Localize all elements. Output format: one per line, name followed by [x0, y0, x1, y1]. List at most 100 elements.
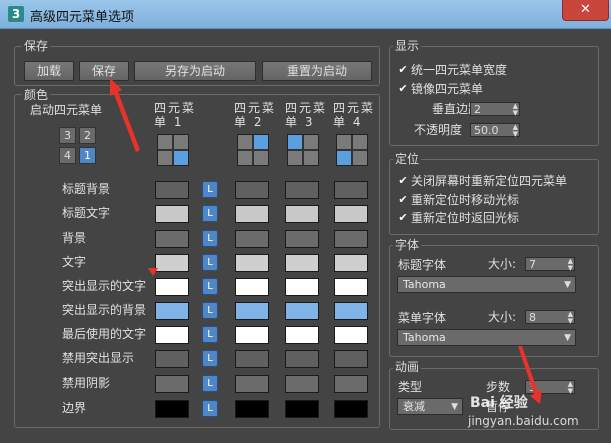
- color-swatch-quad-2[interactable]: [235, 302, 269, 320]
- color-swatch-quad-2[interactable]: [235, 326, 269, 344]
- opacity-label: 不透明度: [414, 123, 463, 137]
- color-swatch-quad-1[interactable]: [155, 181, 189, 199]
- color-swatch-quad-2[interactable]: [235, 400, 269, 418]
- color-swatch-quad-3[interactable]: [285, 254, 319, 272]
- color-swatch-quad-1[interactable]: [155, 230, 189, 248]
- link-colors-button[interactable]: L: [202, 230, 218, 247]
- color-swatch-quad-2[interactable]: [235, 205, 269, 223]
- color-row-label: 边界: [62, 401, 87, 415]
- color-swatch-quad-3[interactable]: [285, 230, 319, 248]
- fonts-group-label: 字体: [393, 238, 422, 252]
- quad-number-4[interactable]: 4: [59, 147, 76, 164]
- vertical-margin-spinner[interactable]: 2 ▲ ▼: [470, 102, 520, 117]
- color-swatch-quad-3[interactable]: [285, 326, 319, 344]
- color-swatch-quad-1[interactable]: [155, 254, 189, 272]
- title-size-value: 7: [529, 258, 536, 271]
- mirror-checkbox[interactable]: ✔: [397, 83, 409, 95]
- color-row-label: 标题背景: [62, 182, 111, 196]
- color-swatch-quad-3[interactable]: [285, 350, 319, 368]
- quad-2-icon[interactable]: [237, 134, 269, 166]
- color-swatch-quad-3[interactable]: [285, 181, 319, 199]
- app-icon: 3: [8, 6, 24, 22]
- color-swatch-quad-3[interactable]: [285, 205, 319, 223]
- color-swatch-quad-4[interactable]: [334, 350, 368, 368]
- color-swatch-quad-4[interactable]: [334, 375, 368, 393]
- spinner-arrows-icon[interactable]: ▲ ▼: [568, 311, 573, 325]
- color-swatch-quad-3[interactable]: [285, 278, 319, 296]
- color-swatch-quad-4[interactable]: [334, 205, 368, 223]
- color-swatch-quad-1[interactable]: [155, 278, 189, 296]
- color-swatch-quad-2[interactable]: [235, 254, 269, 272]
- reposition-offscreen-checkbox[interactable]: ✔: [397, 175, 409, 187]
- title-font-select[interactable]: Tahoma ▼: [397, 276, 576, 293]
- move-cursor-checkbox[interactable]: ✔: [397, 194, 409, 206]
- window-title: 高级四元菜单选项: [30, 10, 135, 25]
- watermark-url: jingyan.baidu.com: [468, 414, 579, 428]
- color-row-label: 突出显示的文字: [62, 279, 147, 293]
- color-swatch-quad-4[interactable]: [334, 254, 368, 272]
- uniform-width-label: 统一四元菜单宽度: [411, 63, 508, 77]
- spinner-arrows-icon[interactable]: ▲ ▼: [513, 124, 518, 138]
- color-swatch-quad-2[interactable]: [235, 375, 269, 393]
- color-swatch-quad-4[interactable]: [334, 302, 368, 320]
- anim-type-label: 类型: [398, 380, 423, 394]
- link-colors-button[interactable]: L: [202, 278, 218, 295]
- color-swatch-quad-2[interactable]: [235, 278, 269, 296]
- color-swatch-quad-2[interactable]: [235, 230, 269, 248]
- color-swatch-quad-4[interactable]: [334, 326, 368, 344]
- load-button[interactable]: 加载: [24, 61, 74, 81]
- reset-to-startup-button[interactable]: 重置为启动: [262, 61, 372, 81]
- link-colors-button[interactable]: L: [202, 400, 218, 417]
- save-as-startup-button[interactable]: 另存为启动: [134, 61, 256, 81]
- color-swatch-quad-1[interactable]: [155, 375, 189, 393]
- color-swatch-quad-1[interactable]: [155, 350, 189, 368]
- link-colors-button[interactable]: L: [202, 254, 218, 271]
- color-swatch-quad-4[interactable]: [334, 400, 368, 418]
- menu-font-select[interactable]: Tahoma ▼: [397, 329, 576, 346]
- menu-size-value: 8: [529, 311, 536, 324]
- color-swatch-quad-1[interactable]: [155, 205, 189, 223]
- anim-type-select[interactable]: 衰减 ▼: [397, 398, 463, 415]
- color-swatch-quad-3[interactable]: [285, 400, 319, 418]
- quad-number-2[interactable]: 2: [79, 127, 96, 144]
- color-swatch-quad-4[interactable]: [334, 181, 368, 199]
- menu-size-spinner[interactable]: 8 ▲ ▼: [525, 310, 575, 325]
- title-size-spinner[interactable]: 7 ▲ ▼: [525, 257, 575, 272]
- color-swatch-quad-3[interactable]: [285, 302, 319, 320]
- position-group-label: 定位: [393, 152, 422, 166]
- opacity-spinner[interactable]: 50.0 ▲ ▼: [470, 123, 520, 138]
- link-colors-button[interactable]: L: [202, 326, 218, 343]
- chevron-down-icon: ▼: [451, 402, 458, 412]
- color-swatch-quad-1[interactable]: [155, 302, 189, 320]
- link-colors-button[interactable]: L: [202, 302, 218, 319]
- color-swatch-quad-3[interactable]: [285, 375, 319, 393]
- colors-group-label: 颜色: [22, 88, 51, 102]
- uniform-width-checkbox[interactable]: ✔: [397, 64, 409, 76]
- quad-header-2: 四元菜单 2: [234, 101, 277, 129]
- color-row-label: 禁用突出显示: [62, 351, 135, 365]
- quad-4-icon[interactable]: [336, 134, 368, 166]
- annotation-marker-icon: [148, 268, 158, 276]
- spinner-arrows-icon[interactable]: ▲ ▼: [513, 103, 518, 117]
- color-row-label: 突出显示的背景: [62, 303, 147, 317]
- close-button[interactable]: ✕: [562, 0, 609, 21]
- color-swatch-quad-1[interactable]: [155, 400, 189, 418]
- link-colors-button[interactable]: L: [202, 350, 218, 367]
- color-swatch-quad-4[interactable]: [334, 230, 368, 248]
- quad-number-3[interactable]: 3: [59, 127, 76, 144]
- quad-number-1[interactable]: 1: [79, 147, 96, 164]
- spinner-arrows-icon[interactable]: ▲ ▼: [568, 381, 573, 395]
- quad-3-icon[interactable]: [287, 134, 319, 166]
- link-colors-button[interactable]: L: [202, 375, 218, 392]
- color-swatch-quad-2[interactable]: [235, 350, 269, 368]
- spinner-arrows-icon[interactable]: ▲ ▼: [568, 258, 573, 272]
- link-colors-button[interactable]: L: [202, 205, 218, 222]
- link-colors-button[interactable]: L: [202, 181, 218, 198]
- quad-1-icon[interactable]: [157, 134, 189, 166]
- title-font-label: 标题字体: [398, 258, 447, 272]
- color-swatch-quad-4[interactable]: [334, 278, 368, 296]
- menu-size-label: 大小:: [488, 310, 517, 324]
- return-cursor-checkbox[interactable]: ✔: [397, 212, 409, 224]
- color-swatch-quad-1[interactable]: [155, 326, 189, 344]
- color-swatch-quad-2[interactable]: [235, 181, 269, 199]
